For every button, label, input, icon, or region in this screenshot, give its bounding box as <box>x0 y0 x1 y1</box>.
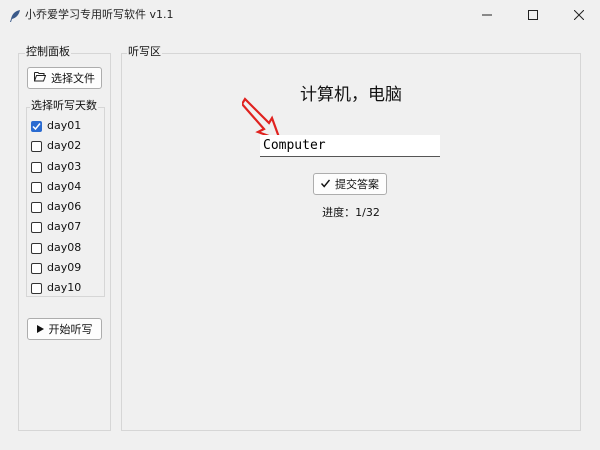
app-window: 小乔爱学习专用听写软件 v1.1 控制面板 选择文件 选择听写天数 day01 d… <box>0 0 600 450</box>
day-checkbox[interactable] <box>31 201 42 213</box>
answer-input[interactable] <box>260 135 440 157</box>
day-checkbox-row[interactable]: day08 <box>31 239 81 257</box>
day-checkbox-label: day07 <box>47 220 82 233</box>
check-icon <box>32 122 41 130</box>
day-checkbox-row[interactable]: day01 <box>31 117 81 135</box>
day-checkbox-label: day02 <box>47 139 82 152</box>
day-checkbox[interactable] <box>31 242 42 254</box>
title-bar: 小乔爱学习专用听写软件 v1.1 <box>0 0 600 30</box>
day-checkbox-label: day10 <box>47 281 82 294</box>
submit-answer-label: 提交答案 <box>335 178 379 191</box>
prompt-word: 计算机，电脑 <box>300 85 402 105</box>
day-checkbox-row[interactable]: day03 <box>31 158 81 176</box>
day-checkbox[interactable] <box>31 161 42 173</box>
days-group-label: 选择听写天数 <box>30 99 98 113</box>
progress-text: 进度：1/32 <box>322 206 380 219</box>
close-button[interactable] <box>556 0 600 30</box>
start-dictation-button[interactable]: 开始听写 <box>27 318 102 340</box>
day-checkbox[interactable] <box>31 120 42 132</box>
choose-file-button[interactable]: 选择文件 <box>27 67 102 89</box>
checkmark-icon <box>320 178 331 191</box>
submit-answer-button[interactable]: 提交答案 <box>313 173 387 195</box>
day-checkbox[interactable] <box>31 221 42 233</box>
dictation-area-label: 听写区 <box>127 45 162 59</box>
day-checkbox-label: day06 <box>47 200 82 213</box>
day-checkbox-label: day03 <box>47 160 82 173</box>
feather-icon <box>8 8 22 22</box>
window-title: 小乔爱学习专用听写软件 v1.1 <box>25 8 174 21</box>
day-checkbox[interactable] <box>31 140 42 152</box>
day-checkbox-label: day04 <box>47 180 82 193</box>
day-checkbox-row[interactable]: day09 <box>31 259 81 277</box>
folder-open-icon <box>34 71 47 85</box>
day-checkbox-row[interactable]: day04 <box>31 178 81 196</box>
control-panel-label: 控制面板 <box>25 45 71 59</box>
day-checkbox-row[interactable]: day02 <box>31 137 81 155</box>
day-checkbox-row[interactable]: day06 <box>31 198 81 216</box>
choose-file-label: 选择文件 <box>51 72 95 85</box>
dictation-area-frame <box>121 53 581 431</box>
day-checkbox-label: day08 <box>47 241 82 254</box>
start-dictation-label: 开始听写 <box>48 323 93 336</box>
maximize-button[interactable] <box>510 0 556 30</box>
day-checkbox-row[interactable]: day07 <box>31 218 81 236</box>
day-checkbox[interactable] <box>31 262 42 274</box>
day-checkbox[interactable] <box>31 282 42 294</box>
day-checkbox-label: day01 <box>47 119 82 132</box>
day-checkbox[interactable] <box>31 181 42 193</box>
day-checkbox-row[interactable]: day10 <box>31 279 81 297</box>
day-checkbox-label: day09 <box>47 261 82 274</box>
minimize-button[interactable] <box>464 0 510 30</box>
play-triangle-icon <box>36 323 44 336</box>
